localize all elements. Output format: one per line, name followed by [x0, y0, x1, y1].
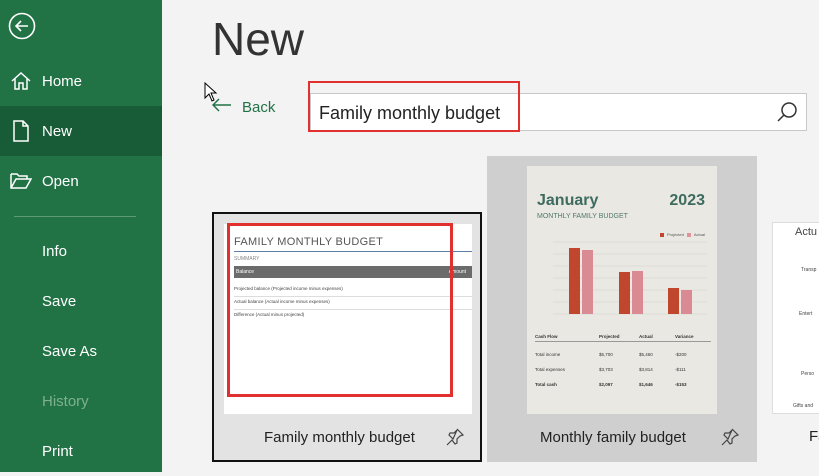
thumb-month: January: [537, 192, 599, 209]
thumb-table-cell: $3,814: [639, 367, 653, 372]
page-title: New: [212, 13, 305, 65]
thumb-bar: [681, 290, 692, 314]
thumb-table-cell: Variance: [675, 334, 694, 339]
thumb-table-cell: Total income: [535, 352, 561, 357]
template-thumbnail: Actu Transp Entert Perso Gifts and: [772, 222, 819, 414]
sidebar-item-label: New: [42, 122, 73, 140]
sidebar-item-open[interactable]: Open: [0, 156, 162, 206]
sidebar-item-label: Open: [42, 172, 79, 190]
thumb-table-row: Total cash $2,097 $1,646 -$153: [535, 372, 711, 387]
left-arrow-icon: [211, 98, 232, 116]
thumb-bar: [582, 250, 593, 314]
backstage-sidebar: Home New Open Info Save Save As History …: [0, 0, 162, 472]
sidebar-item-label: Home: [42, 72, 83, 90]
thumb-table-cell: $1,646: [639, 382, 653, 387]
thumb-bar: [632, 271, 643, 314]
thumb-bar: [668, 288, 679, 314]
sidebar-item-save[interactable]: Save: [0, 276, 162, 326]
sidebar-item-history: History: [0, 376, 162, 426]
thumbnail-highlight-box: [227, 223, 453, 397]
sidebar-item-home[interactable]: Home: [0, 56, 162, 106]
thumb-bar: [569, 248, 580, 314]
pin-icon[interactable]: [721, 428, 740, 451]
template-card-family-monthly-budget[interactable]: FAMILY MONTHLY BUDGET SUMMARY Balance Am…: [212, 212, 482, 462]
template-card-partial[interactable]: Actu Transp Entert Perso Gifts and Fa: [772, 222, 819, 452]
sidebar-item-info[interactable]: Info: [0, 226, 162, 276]
search-icon[interactable]: [776, 101, 798, 128]
template-thumbnail: January 2023 MONTHLY FAMILY BUDGET Proje…: [527, 166, 717, 414]
thumb-table-cell: Actual: [639, 334, 653, 339]
main-panel: New Back Family monthly budget FAMILY MO…: [162, 0, 819, 472]
thumb-table-row: Total expenses $3,703 $3,814 -$111: [535, 357, 711, 372]
thumb-row: Transp: [801, 267, 817, 273]
template-card-monthly-family-budget[interactable]: January 2023 MONTHLY FAMILY BUDGET Proje…: [487, 156, 757, 462]
thumb-row: Gifts and: [793, 403, 814, 409]
thumb-table-cell: Cash Flow: [535, 334, 558, 339]
thumb-table-cell: $2,097: [599, 382, 613, 387]
thumb-year: 2023: [669, 192, 705, 209]
thumb-table-cell: Projected: [599, 334, 620, 339]
sidebar-item-label: Info: [42, 242, 68, 260]
back-label: Back: [242, 98, 276, 116]
thumb-row: Perso: [801, 371, 815, 377]
sidebar-item-label: Save: [42, 292, 77, 310]
thumb-table-cell: $5,460: [639, 352, 653, 357]
pin-icon[interactable]: [446, 428, 465, 451]
thumb-table-header: Cash Flow Projected Actual Variance: [535, 334, 711, 342]
sidebar-item-label: History: [42, 392, 89, 410]
thumb-title: Actu: [795, 226, 818, 238]
template-label: Monthly family budget: [540, 429, 686, 446]
sidebar-divider: [14, 216, 136, 217]
thumb-subtitle: MONTHLY FAMILY BUDGET: [537, 213, 628, 220]
thumb-table-cell: Total cash: [535, 382, 557, 387]
thumb-table-cell: -$111: [675, 367, 686, 372]
thumb-table-cell: $3,703: [599, 367, 613, 372]
sidebar-item-label: Print: [42, 442, 73, 460]
thumb-table-cell: Total expenses: [535, 367, 566, 372]
template-label: Family monthly budget: [264, 429, 415, 446]
home-icon: [0, 71, 42, 91]
sidebar-item-new[interactable]: New: [0, 106, 162, 156]
thumb-bar: [619, 272, 630, 314]
search-highlight-box: [308, 81, 520, 132]
folder-open-icon: [0, 172, 42, 190]
back-link[interactable]: Back: [211, 98, 276, 116]
thumb-bar-chart: [553, 241, 707, 315]
thumb-table: Cash Flow Projected Actual Variance Tota…: [535, 334, 711, 387]
sidebar-item-save-as[interactable]: Save As: [0, 326, 162, 376]
thumb-table-cell: $5,700: [599, 352, 613, 357]
sidebar-item-label: Save As: [42, 342, 98, 360]
thumb-table-row: Total income $5,700 $5,460 -$200: [535, 342, 711, 357]
new-document-icon: [0, 120, 42, 142]
thumb-row: Entert: [799, 311, 813, 317]
thumb-table-cell: -$153: [675, 382, 687, 387]
back-arrow-icon[interactable]: [8, 12, 36, 40]
sidebar-item-print[interactable]: Print: [0, 426, 162, 476]
thumb-table-cell: -$200: [675, 352, 687, 357]
template-label: Fa: [809, 428, 819, 445]
